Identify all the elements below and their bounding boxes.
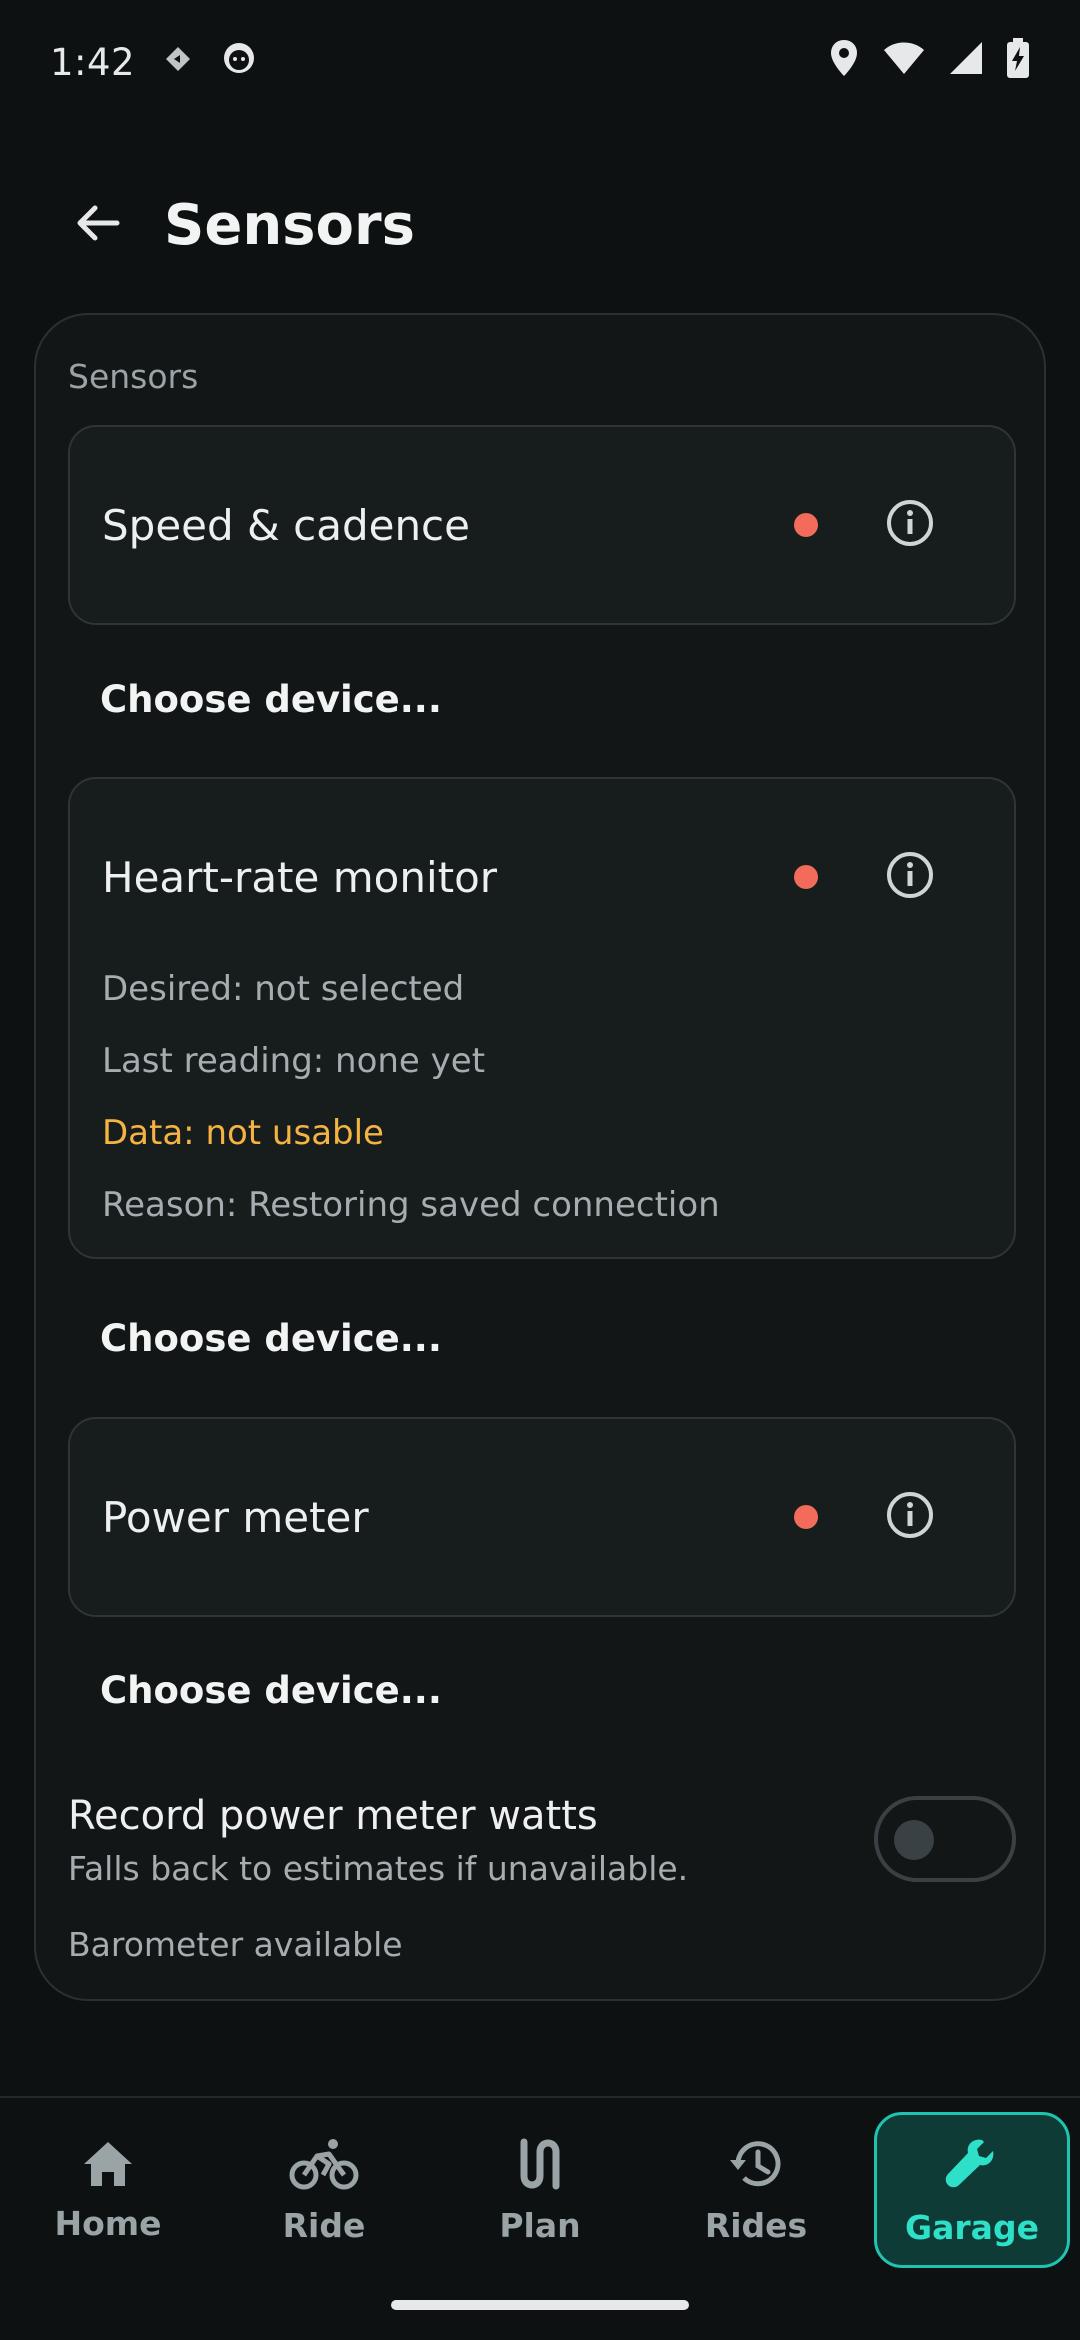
sensor-name: Speed & cadence xyxy=(102,500,470,550)
route-icon xyxy=(512,2136,568,2196)
nav-label: Rides xyxy=(704,2205,808,2245)
location-icon xyxy=(828,38,860,87)
choose-device-button-power-meter[interactable]: Choose device... xyxy=(100,1669,442,1712)
bicycle-icon xyxy=(289,2136,359,2196)
nav-item-home[interactable]: Home xyxy=(10,2112,206,2268)
arrow-left-icon xyxy=(73,198,123,252)
cellular-signal-icon xyxy=(948,40,984,85)
status-dot xyxy=(794,865,818,889)
reason-status: Reason: Restoring saved connection xyxy=(102,1185,720,1225)
section-label: Sensors xyxy=(68,357,199,396)
sensor-name: Heart-rate monitor xyxy=(102,852,498,902)
page-title: Sensors xyxy=(164,192,415,258)
data-status: Data: not usable xyxy=(102,1113,384,1153)
home-icon xyxy=(80,2138,136,2194)
cat-notification-icon xyxy=(221,40,257,85)
info-icon xyxy=(885,1490,935,1544)
history-icon xyxy=(726,2136,786,2196)
battery-charging-icon xyxy=(1006,38,1030,87)
sensor-card-speed-cadence: Speed & cadence xyxy=(68,425,1016,625)
sensor-row: Heart-rate monitor xyxy=(70,779,1014,975)
status-bar: 1:42 xyxy=(0,0,1080,125)
wifi-icon xyxy=(882,40,926,85)
status-dot xyxy=(794,1505,818,1529)
nav-item-garage[interactable]: Garage xyxy=(874,2112,1070,2268)
nav-item-ride[interactable]: Ride xyxy=(226,2112,422,2268)
info-icon xyxy=(885,498,935,552)
choose-device-button-speed-cadence[interactable]: Choose device... xyxy=(100,678,442,721)
nav-label: Garage xyxy=(905,2207,1039,2247)
last-reading: Last reading: none yet xyxy=(102,1041,486,1081)
info-button[interactable] xyxy=(870,1477,950,1557)
diamond-notification-icon xyxy=(163,42,193,83)
toggle-knob xyxy=(894,1820,934,1860)
nav-label: Ride xyxy=(282,2205,366,2245)
sensor-name: Power meter xyxy=(102,1492,369,1542)
info-button[interactable] xyxy=(870,837,950,917)
sensors-panel: Sensors Speed & cadence Choose device...… xyxy=(34,313,1046,2001)
wrench-icon xyxy=(942,2134,1002,2198)
info-icon xyxy=(885,850,935,904)
choose-device-button-heart-rate[interactable]: Choose device... xyxy=(100,1317,442,1360)
sensor-row: Power meter xyxy=(70,1419,1014,1615)
back-button[interactable] xyxy=(48,175,148,275)
info-button[interactable] xyxy=(870,485,950,565)
sensor-row: Speed & cadence xyxy=(70,427,1014,623)
nav-item-plan[interactable]: Plan xyxy=(442,2112,638,2268)
nav-label: Home xyxy=(54,2203,162,2243)
sensor-card-heart-rate: Heart-rate monitor Desired: not selected… xyxy=(68,777,1016,1259)
nav-label: Plan xyxy=(499,2205,581,2245)
sensor-card-power-meter: Power meter xyxy=(68,1417,1016,1617)
app-bar: Sensors xyxy=(0,175,1080,275)
record-power-subtitle: Falls back to estimates if unavailable. xyxy=(68,1849,689,1888)
home-indicator[interactable] xyxy=(391,2300,689,2310)
nav-item-rides[interactable]: Rides xyxy=(658,2112,854,2268)
status-time: 1:42 xyxy=(50,41,136,84)
sensor-details: Desired: not selected Last reading: none… xyxy=(70,953,1014,1257)
status-dot xyxy=(794,513,818,537)
barometer-status: Barometer available xyxy=(68,1925,403,1964)
record-power-toggle[interactable] xyxy=(874,1796,1016,1882)
